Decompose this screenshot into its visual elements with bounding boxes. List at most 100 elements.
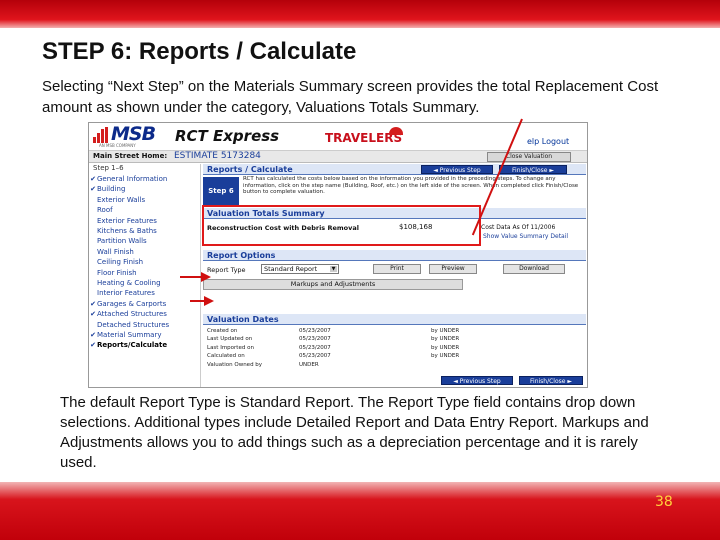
page-number: 38 xyxy=(655,494,673,510)
date-by: by UNDER xyxy=(431,344,460,351)
chevron-down-icon: ▼ xyxy=(330,266,337,272)
estimate-id: ESTIMATE 5173284 xyxy=(174,151,261,161)
close-valuation-button[interactable]: Close Valuation xyxy=(487,152,571,162)
check-icon: ✔ xyxy=(90,299,96,308)
date-label: Last Imported on xyxy=(207,344,254,351)
value-details-link[interactable]: Show Value Summary Detail xyxy=(483,233,568,240)
report-type-select[interactable]: Standard Report ▼ xyxy=(261,264,339,274)
download-button[interactable]: Download xyxy=(503,264,565,274)
sidebar-item-label: Detached Structures xyxy=(97,320,170,329)
sidebar-item[interactable]: Exterior Features xyxy=(89,216,201,226)
sidebar-item[interactable]: ✔Material Summary xyxy=(89,330,201,340)
sidebar-item[interactable]: Kitchens & Baths xyxy=(89,226,201,236)
date-date: 05/23/2007 xyxy=(299,336,331,343)
sidebar-item[interactable]: Exterior Walls xyxy=(89,195,201,205)
sidebar-item[interactable]: Detached Structures xyxy=(89,320,201,330)
previous-step-button[interactable]: ◄ Previous Step xyxy=(421,165,493,174)
embedded-screenshot: MSB AN MSB COMPANY RCT Express TRAVELERS… xyxy=(88,122,588,388)
date-row: Valuation Owned by UNDER xyxy=(207,361,587,369)
sidebar-item[interactable]: Partition Walls xyxy=(89,236,201,246)
sidebar-item[interactable]: ✔Building xyxy=(89,184,201,194)
sidebar-item-label: Reports/Calculate xyxy=(97,341,168,350)
markups-arrow-icon xyxy=(204,296,214,306)
sidebar-item-label: Interior Features xyxy=(97,289,155,298)
top-red-band xyxy=(0,0,720,28)
sidebar-item[interactable]: Wall Finish xyxy=(89,247,201,257)
sidebar-item-label: Partition Walls xyxy=(97,237,147,246)
date-row: Calculated on 05/23/2007 by UNDER xyxy=(207,352,587,360)
report-type-arrow-icon xyxy=(201,272,211,282)
intro-text: Selecting “Next Step” on the Materials S… xyxy=(42,78,659,116)
sidebar-item-label: Garages & Carports xyxy=(97,299,167,308)
date-by: by UNDER xyxy=(431,328,460,334)
note-text: The default Report Type is Standard Repo… xyxy=(60,394,649,471)
finish-close-button[interactable]: Finish/Close ► xyxy=(499,165,567,174)
sidebar-item[interactable]: Interior Features xyxy=(89,288,201,298)
check-icon: ✔ xyxy=(90,341,96,350)
sidebar-item[interactable]: Ceiling Finish xyxy=(89,257,201,267)
date-date: 05/23/2007 xyxy=(299,328,331,334)
sidebar-item[interactable]: ✔General Information xyxy=(89,174,201,184)
markups-adjustments-button[interactable]: Markups and Adjustments xyxy=(203,279,463,290)
sidebar-item-label: Building xyxy=(97,185,126,194)
date-date: 05/23/2007 xyxy=(299,353,331,360)
step-description: RCT has calculated the costs below based… xyxy=(243,176,579,195)
sidebar-item-label: Exterior Features xyxy=(97,216,157,225)
sidebar-item-label: Floor Finish xyxy=(97,268,137,277)
sidebar-item-label: General Information xyxy=(97,175,168,183)
sidebar-item-label: Attached Structures xyxy=(97,310,167,319)
step-badge: Step 6 xyxy=(203,177,239,205)
sidebar-item[interactable]: Roof xyxy=(89,205,201,215)
reports-title: Reports / Calculate xyxy=(207,165,293,174)
top-links[interactable]: elp Logout xyxy=(527,137,569,146)
sidebar-item[interactable]: ✔Attached Structures xyxy=(89,309,201,319)
date-label: Last Updated on xyxy=(207,336,253,343)
check-icon: ✔ xyxy=(90,310,96,319)
report-options-title: Report Options xyxy=(207,251,276,260)
sidebar-item[interactable]: Heating & Cooling xyxy=(89,278,201,288)
date-by: by UNDER xyxy=(431,336,460,343)
check-icon: ✔ xyxy=(90,175,96,183)
bottom-red-band xyxy=(0,482,720,540)
sidebar-item-label: Heating & Cooling xyxy=(97,279,161,287)
home-bar: Main Street Home: ESTIMATE 5173284 Close… xyxy=(89,151,587,163)
cost-data-date: Cost Data As Of 11/2006 xyxy=(481,224,556,231)
sidebar-item-label: Exterior Walls xyxy=(97,195,146,204)
sidebar-item[interactable]: ✔Reports/Calculate xyxy=(89,340,201,350)
app-name: RCT Express xyxy=(175,127,280,145)
previous-step-button-bottom[interactable]: ◄ Previous Step xyxy=(441,376,513,385)
msb-logo: MSB xyxy=(111,123,156,145)
date-label: Created on xyxy=(207,328,238,334)
date-label: Valuation Owned by xyxy=(207,361,263,368)
nav-heading: Step 1–6 xyxy=(93,164,124,172)
report-type-label: Report Type xyxy=(207,266,246,274)
valuation-dates-header: Valuation Dates xyxy=(203,314,586,325)
print-button[interactable]: Print xyxy=(373,264,421,274)
valuation-dates-title: Valuation Dates xyxy=(207,315,279,324)
check-icon: ✔ xyxy=(90,185,96,194)
slide-title: STEP 6: Reports / Calculate xyxy=(42,38,357,65)
valuation-highlight-box xyxy=(202,205,481,246)
sidebar-item-label: Wall Finish xyxy=(97,247,134,256)
date-by: by UNDER xyxy=(431,353,460,360)
home-label: Main Street Home: xyxy=(93,152,168,160)
date-date: 05/23/2007 xyxy=(299,344,331,351)
sidebar-item-label: Material Summary xyxy=(97,331,162,339)
umbrella-icon xyxy=(389,127,403,135)
preview-button[interactable]: Preview xyxy=(429,264,477,274)
sidebar-item-label: Kitchens & Baths xyxy=(97,227,157,235)
msb-logo-icon xyxy=(93,127,109,143)
date-date: UNDER xyxy=(299,361,319,368)
date-row: Last Imported on 05/23/2007 by UNDER xyxy=(207,344,587,352)
main-content: Reports / Calculate ◄ Previous Step Fini… xyxy=(203,164,587,387)
check-icon: ✔ xyxy=(90,331,96,339)
sidebar-item[interactable]: ✔Garages & Carports xyxy=(89,299,201,309)
date-label: Calculated on xyxy=(207,353,245,360)
finish-close-button-bottom[interactable]: Finish/Close ► xyxy=(519,376,583,385)
date-row: Created on 05/23/2007 by UNDER xyxy=(207,327,587,335)
sidebar-item-label: Roof xyxy=(97,206,113,215)
report-options-header: Report Options xyxy=(203,250,586,261)
sidebar-item-label: Ceiling Finish xyxy=(97,258,144,267)
logo-subtitle: AN MSB COMPANY xyxy=(99,143,136,148)
date-row: Last Updated on 05/23/2007 by UNDER xyxy=(207,335,587,343)
